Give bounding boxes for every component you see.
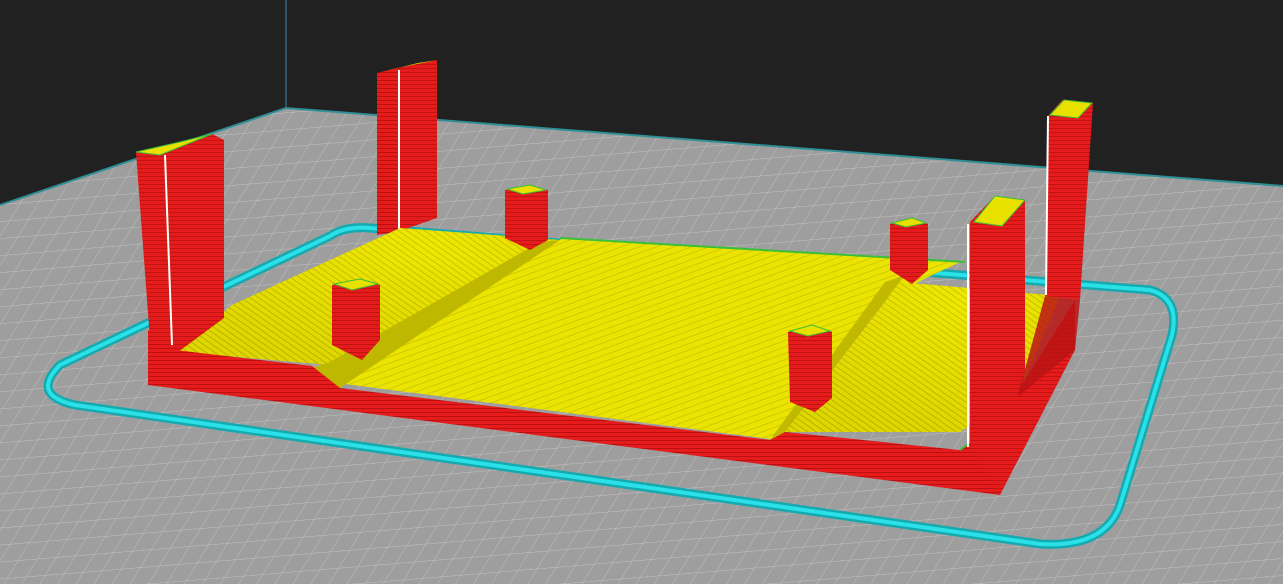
layer-preview-scene[interactable] [0, 0, 1283, 584]
front-right-pillar [788, 324, 832, 412]
back-center-pillar [505, 184, 548, 250]
back-left-wall [377, 60, 437, 235]
left-tall-wall [135, 133, 224, 352]
left-pillar [332, 278, 380, 360]
3d-preview-viewport[interactable] [0, 0, 1283, 584]
